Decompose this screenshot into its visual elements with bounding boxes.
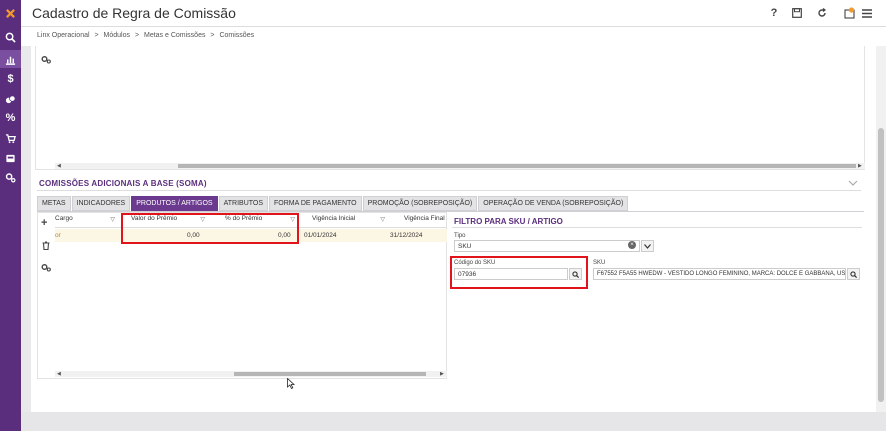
gears-icon[interactable] — [41, 263, 51, 275]
highlight-box — [121, 213, 299, 244]
tab-metas[interactable]: METAS — [37, 196, 71, 211]
help-icon[interactable]: ? — [766, 5, 782, 21]
scroll-right-icon[interactable]: ▶ — [440, 371, 444, 377]
tab-promocao[interactable]: PROMOÇÃO (SOBREPOSIÇÃO) — [362, 196, 478, 211]
breadcrumb-item[interactable]: Módulos — [104, 32, 130, 39]
search-icon[interactable] — [847, 268, 860, 280]
column-header-cargo[interactable]: Cargo ▽ — [55, 215, 117, 227]
grid-scrollbar-thumb[interactable] — [234, 372, 426, 376]
gears-icon[interactable] — [41, 55, 51, 66]
page-title: Cadastro de Regra de Comissão — [32, 5, 236, 21]
cell-cargo: or — [55, 232, 61, 239]
menu-icon[interactable] — [859, 5, 875, 21]
breadcrumb-separator: > — [210, 32, 215, 39]
clear-icon[interactable]: × — [628, 241, 636, 249]
chevron-down-icon[interactable] — [848, 178, 858, 188]
upper-grid-scrollbar-thumb[interactable] — [178, 164, 856, 168]
column-label: Cargo — [55, 215, 73, 222]
coins-icon[interactable] — [0, 90, 21, 108]
tab-produtos-artigos[interactable]: PRODUTOS / ARTIGOS — [131, 196, 218, 211]
tab-operacao-de-venda[interactable]: OPERAÇÃO DE VENDA (SOBREPOSIÇÃO) — [478, 196, 629, 211]
top-bar: Cadastro de Regra de Comissão ? — [21, 0, 886, 27]
tipo-select[interactable]: SKU — [454, 240, 640, 252]
tipo-label: Tipo — [454, 233, 466, 239]
column-label: Vigência Inicial — [312, 215, 356, 222]
filter-title: FILTRO PARA SKU / ARTIGO — [454, 217, 563, 226]
highlight-box — [450, 256, 588, 289]
scroll-left-icon[interactable]: ◀ — [57, 163, 61, 169]
percent-icon[interactable]: % — [0, 109, 21, 127]
ticket-icon[interactable] — [0, 149, 21, 167]
section-title: COMISSÕES ADICIONAIS A BASE (SOMA) — [39, 179, 207, 188]
filter-icon[interactable]: ▽ — [380, 216, 385, 223]
sku-input[interactable]: F67552 F5A55 HWEDW - VESTIDO LONGO FEMIN… — [593, 268, 846, 280]
breadcrumb-separator: > — [134, 32, 140, 39]
filter-icon[interactable]: ▽ — [110, 216, 115, 223]
tab-atributos[interactable]: ATRIBUTOS — [218, 196, 269, 211]
scroll-left-icon[interactable]: ◀ — [57, 371, 61, 377]
breadcrumb-separator: > — [94, 32, 99, 39]
chart-icon[interactable] — [0, 50, 21, 68]
search-icon[interactable] — [0, 28, 21, 46]
cart-icon[interactable] — [0, 129, 21, 147]
notification-icon[interactable] — [841, 5, 857, 21]
upper-grid — [35, 46, 865, 170]
refresh-icon[interactable] — [814, 5, 830, 21]
breadcrumb: Linx Operacional > Módulos > Metas e Com… — [21, 27, 886, 46]
tab-bar: METAS INDICADORES PRODUTOS / ARTIGOS ATR… — [37, 196, 629, 211]
cell-vigencia-inicial: 01/01/2024 — [304, 232, 337, 239]
sku-label: SKU — [593, 260, 606, 266]
column-header-vigencia-final[interactable]: Vigência Final — [404, 215, 447, 227]
scroll-right-icon[interactable]: ▶ — [858, 163, 862, 169]
page-scrollbar-thumb[interactable] — [878, 128, 884, 402]
breadcrumb-item[interactable]: Metas e Comissões — [144, 32, 205, 39]
divider — [452, 227, 862, 228]
save-icon[interactable] — [789, 5, 805, 21]
mouse-cursor-icon — [287, 377, 296, 392]
column-label: Vigência Final — [404, 215, 445, 222]
footer-strip — [21, 412, 886, 431]
logo-icon[interactable] — [0, 4, 21, 22]
breadcrumb-item[interactable]: Comissões — [219, 32, 254, 39]
tab-forma-de-pagamento[interactable]: FORMA DE PAGAMENTO — [269, 196, 362, 211]
gears-icon[interactable] — [0, 168, 21, 186]
tab-indicadores[interactable]: INDICADORES — [71, 196, 131, 211]
divider — [37, 190, 861, 191]
add-button[interactable]: + — [41, 217, 47, 229]
cell-vigencia-final: 31/12/2024 — [390, 232, 423, 239]
column-header-vigencia-inicial[interactable]: Vigência Inicial ▽ — [312, 215, 387, 227]
trash-icon[interactable] — [42, 241, 50, 253]
breadcrumb-item[interactable]: Linx Operacional — [37, 32, 90, 39]
chevron-down-icon[interactable] — [641, 240, 654, 252]
dollar-icon[interactable]: $ — [0, 70, 21, 88]
sidebar: $ % — [0, 0, 21, 431]
